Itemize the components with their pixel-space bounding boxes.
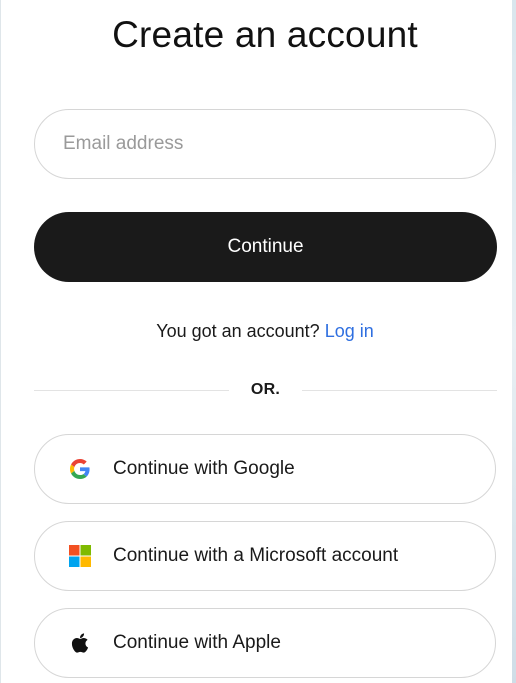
or-divider: OR.: [34, 379, 498, 401]
apple-button-label: Continue with Apple: [113, 632, 281, 653]
continue-button[interactable]: Continue: [34, 212, 497, 282]
microsoft-icon: [67, 543, 93, 569]
google-icon: [67, 456, 93, 482]
signup-dialog: Create an account Continue You got an ac…: [0, 0, 516, 683]
google-button-label: Continue with Google: [113, 458, 295, 479]
microsoft-button-label: Continue with a Microsoft account: [113, 545, 399, 566]
divider-line-right: [302, 389, 498, 391]
email-field-container[interactable]: [34, 109, 496, 179]
divider-line-left: [34, 389, 229, 391]
page-title: Create an account: [112, 14, 418, 55]
apple-button[interactable]: Continue with Apple: [34, 608, 496, 678]
apple-icon: [67, 630, 93, 656]
microsoft-button[interactable]: Continue with a Microsoft account: [34, 521, 496, 591]
divider-text: OR.: [250, 381, 281, 398]
login-link[interactable]: Log in: [325, 321, 374, 341]
google-button[interactable]: Continue with Google: [34, 434, 496, 504]
login-prompt-text: You got an account?: [156, 321, 320, 341]
email-input[interactable]: [35, 110, 495, 178]
login-prompt: You got an account? Log in: [0, 321, 516, 342]
